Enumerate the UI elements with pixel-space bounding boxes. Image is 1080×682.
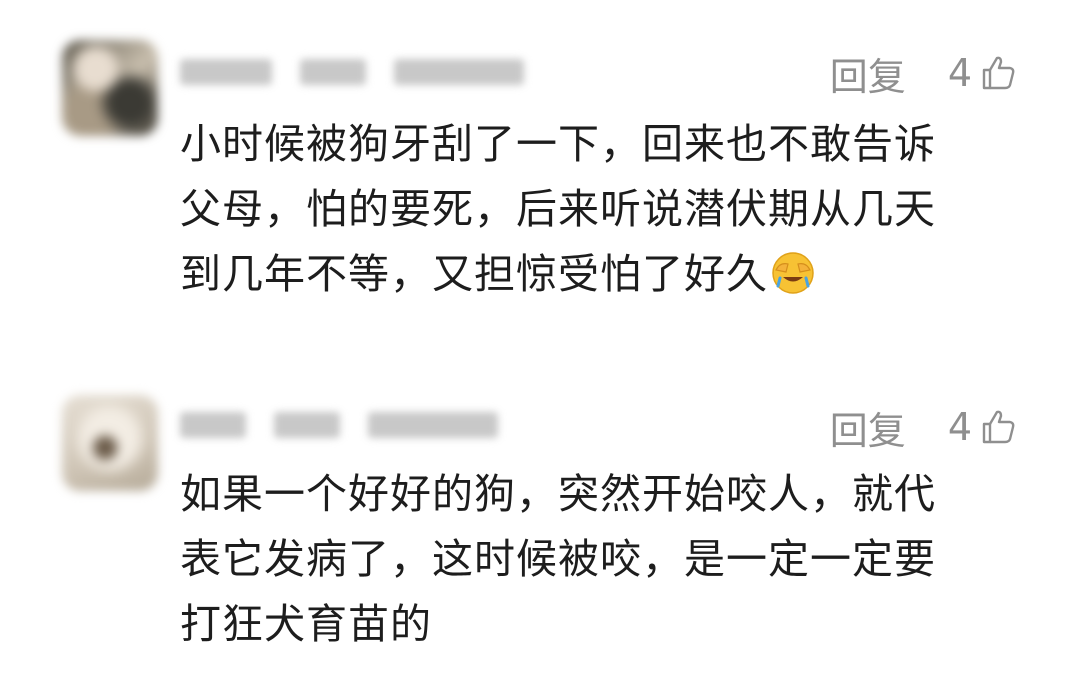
facepalm-laugh-emoji-icon xyxy=(772,252,814,294)
comment-text: 小时候被狗牙刮了一下，回来也不敢告诉 父母，怕的要死，后来听说潜伏期从几天 到几… xyxy=(180,112,1000,307)
comment-actions: 回复 4 xyxy=(830,46,1018,101)
comment-line: 表它发病了，这时候被咬，是一定一定要 xyxy=(180,535,936,583)
comment-item: 回复 4 小时候被狗牙刮了一下，回来也不敢告诉 父母，怕的要死，后来听说潜伏期从… xyxy=(0,0,1080,340)
username-blurred xyxy=(180,405,498,445)
comment-line-text: 到几年不等，又担惊受怕了好久 xyxy=(180,250,768,298)
comment-line: 小时候被狗牙刮了一下，回来也不敢告诉 xyxy=(180,120,936,168)
comment-item: 回复 4 如果一个好好的狗，突然开始咬人，就代 表它发病了，这时候被咬，是一定一… xyxy=(0,370,1080,682)
thumbs-up-icon[interactable] xyxy=(978,407,1018,447)
username-blurred xyxy=(180,52,524,92)
like-count: 4 xyxy=(947,405,972,449)
like-count: 4 xyxy=(947,51,972,95)
avatar[interactable] xyxy=(62,40,158,136)
comment-actions: 回复 4 xyxy=(830,400,1018,455)
comment-line: 父母，怕的要死，后来听说潜伏期从几天 xyxy=(180,185,936,233)
comment-line: 如果一个好好的狗，突然开始咬人，就代 xyxy=(180,470,936,518)
thumbs-up-icon[interactable] xyxy=(978,53,1018,93)
reply-button[interactable]: 回复 xyxy=(830,46,906,101)
comment-line-last: 到几年不等，又担惊受怕了好久 xyxy=(180,242,1000,307)
reply-button[interactable]: 回复 xyxy=(830,400,906,455)
comment-line: 打狂犬育苗的 xyxy=(180,600,432,648)
avatar[interactable] xyxy=(62,395,158,491)
comment-text: 如果一个好好的狗，突然开始咬人，就代 表它发病了，这时候被咬，是一定一定要 打狂… xyxy=(180,462,1000,657)
